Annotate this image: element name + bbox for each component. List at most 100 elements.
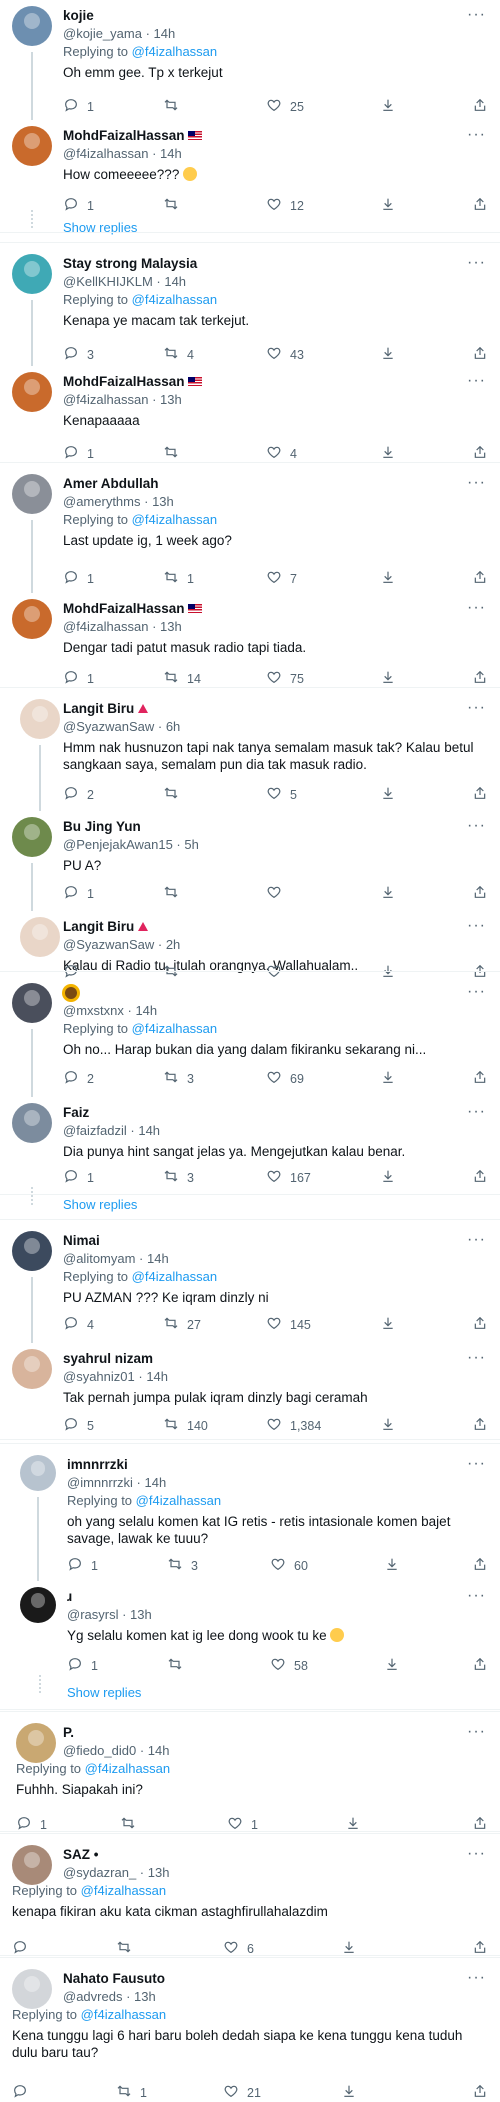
avatar[interactable] bbox=[16, 1723, 56, 1763]
handle-text[interactable]: @kojie_yama bbox=[63, 26, 142, 41]
reply-button[interactable]: 4 bbox=[63, 1315, 94, 1334]
retweet-button[interactable]: 14 bbox=[163, 669, 201, 688]
author-name[interactable]: MohdFaizalHassan bbox=[63, 128, 202, 143]
author-name[interactable]: Faiz bbox=[63, 1105, 89, 1120]
author-name[interactable]: Langit Biru bbox=[63, 919, 149, 934]
share-button[interactable] bbox=[472, 1069, 488, 1088]
author-handle[interactable]: @SyazwanSaw · 2h bbox=[63, 937, 180, 952]
author-handle[interactable]: @KellKHIJKLM · 14h bbox=[63, 274, 186, 289]
more-options-button[interactable]: ··· bbox=[467, 6, 486, 24]
reply-button[interactable]: 3 bbox=[63, 345, 94, 364]
avatar[interactable] bbox=[12, 817, 52, 857]
avatar[interactable] bbox=[12, 599, 52, 639]
retweet-button[interactable]: 3 bbox=[167, 1556, 198, 1575]
author-handle[interactable]: @fiedo_did0 · 14h bbox=[63, 1743, 169, 1758]
download-icon-button[interactable] bbox=[380, 669, 396, 688]
retweet-button[interactable]: 4 bbox=[163, 345, 194, 364]
author-handle[interactable]: @f4izalhassan · 14h bbox=[63, 146, 182, 161]
timestamp[interactable]: 13h bbox=[152, 494, 174, 509]
author-name[interactable] bbox=[63, 985, 79, 1000]
like-button[interactable]: 69 bbox=[266, 1069, 304, 1088]
handle-text[interactable]: @mxstxnx bbox=[63, 1003, 124, 1018]
reply-button[interactable]: 5 bbox=[63, 1416, 94, 1435]
author-name-text[interactable]: MohdFaizalHassan bbox=[63, 374, 185, 389]
like-button[interactable]: 58 bbox=[270, 1656, 308, 1675]
timestamp[interactable]: 14h bbox=[154, 26, 176, 41]
handle-text[interactable]: @faizfadzil bbox=[63, 1123, 127, 1138]
handle-text[interactable]: @imnnrrzki bbox=[67, 1475, 133, 1490]
author-handle[interactable]: @alitomyam · 14h bbox=[63, 1251, 169, 1266]
like-button[interactable]: 145 bbox=[266, 1315, 311, 1334]
author-name-text[interactable]: Amer Abdullah bbox=[63, 476, 159, 491]
like-button[interactable]: 60 bbox=[270, 1556, 308, 1575]
download-icon-button[interactable] bbox=[380, 444, 396, 463]
avatar[interactable] bbox=[20, 1587, 56, 1623]
reply-button[interactable]: 2 bbox=[63, 785, 94, 804]
author-name[interactable]: Nahato Fausuto bbox=[63, 1971, 165, 1986]
timestamp[interactable]: 14h bbox=[146, 1369, 168, 1384]
timestamp[interactable]: 14h bbox=[147, 1251, 169, 1266]
author-name-text[interactable]: syahrul nizam bbox=[63, 1351, 153, 1366]
share-button[interactable] bbox=[472, 2083, 488, 2102]
timestamp[interactable]: 13h bbox=[134, 1989, 156, 2004]
handle-text[interactable]: @syahniz01 bbox=[63, 1369, 135, 1384]
like-button[interactable]: 5 bbox=[266, 785, 297, 804]
retweet-button[interactable]: 27 bbox=[163, 1315, 201, 1334]
replying-to-link[interactable]: @f4izalhassan bbox=[132, 292, 217, 307]
download-icon-button[interactable] bbox=[380, 345, 396, 364]
retweet-button[interactable] bbox=[163, 196, 187, 215]
more-options-button[interactable]: ··· bbox=[467, 254, 486, 272]
handle-text[interactable]: @SyazwanSaw bbox=[63, 719, 154, 734]
replying-to-link[interactable]: @f4izalhassan bbox=[136, 1493, 221, 1508]
download-icon-button[interactable] bbox=[380, 97, 396, 116]
download-icon-button[interactable] bbox=[380, 1315, 396, 1334]
share-button[interactable] bbox=[472, 444, 488, 463]
author-handle[interactable]: @syahniz01 · 14h bbox=[63, 1369, 168, 1384]
share-button[interactable] bbox=[472, 884, 488, 903]
author-handle[interactable]: @amerythms · 13h bbox=[63, 494, 174, 509]
more-options-button[interactable]: ··· bbox=[467, 1587, 486, 1605]
share-button[interactable] bbox=[472, 1168, 488, 1187]
reply-button[interactable]: 1 bbox=[63, 1168, 94, 1187]
reply-button[interactable]: 1 bbox=[67, 1656, 98, 1675]
more-options-button[interactable]: ··· bbox=[467, 474, 486, 492]
author-name[interactable]: Nimai bbox=[63, 1233, 100, 1248]
avatar[interactable] bbox=[12, 1349, 52, 1389]
timestamp[interactable]: 14h bbox=[148, 1743, 170, 1758]
retweet-button[interactable]: 3 bbox=[163, 1168, 194, 1187]
retweet-button[interactable] bbox=[163, 444, 187, 463]
author-name-text[interactable]: SAZ • bbox=[63, 1847, 98, 1862]
timestamp[interactable]: 14h bbox=[138, 1123, 160, 1138]
author-name[interactable]: MohdFaizalHassan bbox=[63, 601, 202, 616]
timestamp[interactable]: 14h bbox=[160, 146, 182, 161]
show-replies-link[interactable]: Show replies bbox=[67, 1685, 141, 1700]
author-handle[interactable]: @f4izalhassan · 13h bbox=[63, 619, 182, 634]
download-icon-button[interactable] bbox=[380, 963, 396, 982]
share-button[interactable] bbox=[472, 196, 488, 215]
like-button[interactable]: 4 bbox=[266, 444, 297, 463]
avatar[interactable] bbox=[12, 1103, 52, 1143]
author-handle[interactable]: @SyazwanSaw · 6h bbox=[63, 719, 180, 734]
timestamp[interactable]: 5h bbox=[184, 837, 198, 852]
author-handle[interactable]: @advreds · 13h bbox=[63, 1989, 156, 2004]
avatar[interactable] bbox=[20, 917, 60, 957]
share-button[interactable] bbox=[472, 1556, 488, 1575]
share-button[interactable] bbox=[472, 569, 488, 588]
retweet-button[interactable] bbox=[167, 1656, 191, 1675]
author-name-text[interactable]: imnnrrzki bbox=[67, 1457, 128, 1472]
author-handle[interactable]: @kojie_yama · 14h bbox=[63, 26, 175, 41]
timestamp[interactable]: 6h bbox=[166, 719, 180, 734]
reply-button[interactable]: 1 bbox=[63, 569, 94, 588]
author-name-text[interactable]: ɹ bbox=[67, 1589, 72, 1604]
avatar[interactable] bbox=[12, 254, 52, 294]
download-icon-button[interactable] bbox=[380, 569, 396, 588]
author-name[interactable]: MohdFaizalHassan bbox=[63, 374, 202, 389]
avatar[interactable] bbox=[12, 474, 52, 514]
author-name[interactable]: Amer Abdullah bbox=[63, 476, 159, 491]
handle-text[interactable]: @KellKHIJKLM bbox=[63, 274, 153, 289]
avatar[interactable] bbox=[12, 1845, 52, 1885]
more-options-button[interactable]: ··· bbox=[467, 1723, 486, 1741]
timestamp[interactable]: 13h bbox=[130, 1607, 152, 1622]
reply-button[interactable]: 2 bbox=[63, 1069, 94, 1088]
author-handle[interactable]: @mxstxnx · 14h bbox=[63, 1003, 157, 1018]
